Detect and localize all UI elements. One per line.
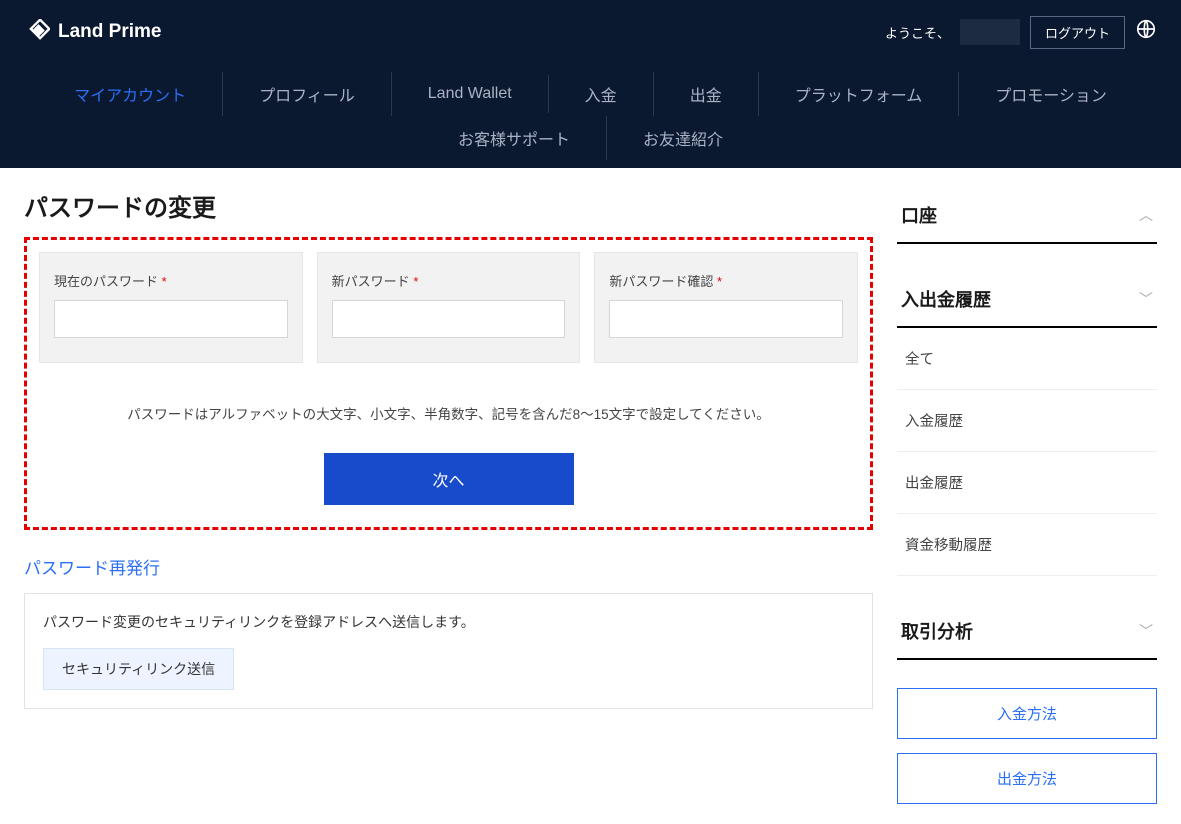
nav-profile[interactable]: プロフィール xyxy=(223,72,392,116)
nav-promotion[interactable]: プロモーション xyxy=(959,72,1143,116)
sidebar-section-analysis[interactable]: 取引分析 ﹀ xyxy=(897,604,1157,660)
logo-icon xyxy=(24,19,50,45)
sidebar-section-history[interactable]: 入出金履歴 ﹀ xyxy=(897,272,1157,328)
current-password-input[interactable] xyxy=(54,300,288,338)
confirm-password-box: 新パスワード確認 * xyxy=(594,252,858,363)
nav-deposit[interactable]: 入金 xyxy=(549,72,654,116)
language-icon[interactable] xyxy=(1135,18,1157,46)
sidebar-item-withdraw-history[interactable]: 出金履歴 xyxy=(897,452,1157,514)
chevron-down-icon: ﹀ xyxy=(1139,289,1153,309)
welcome-label: ようこそ、 xyxy=(885,23,950,42)
reissue-description: パスワード変更のセキュリティリンクを登録アドレスへ送信します。 xyxy=(43,612,854,632)
page-title: パスワードの変更 xyxy=(24,188,873,223)
next-button[interactable]: 次へ xyxy=(324,453,574,505)
sidebar-section-account[interactable]: 口座 ︿ xyxy=(897,188,1157,244)
chevron-down-icon: ﹀ xyxy=(1139,621,1153,641)
send-security-link-button[interactable]: セキュリティリンク送信 xyxy=(43,648,234,690)
reissue-title[interactable]: パスワード再発行 xyxy=(24,554,873,579)
brand-name: Land Prime xyxy=(58,21,161,43)
confirm-password-input[interactable] xyxy=(609,300,843,338)
nav-support[interactable]: お客様サポート xyxy=(422,116,607,160)
nav-withdraw[interactable]: 出金 xyxy=(654,72,759,116)
new-password-input[interactable] xyxy=(332,300,566,338)
main-nav: マイアカウント プロフィール Land Wallet 入金 出金 プラットフォー… xyxy=(0,64,1181,168)
sidebar-item-all[interactable]: 全て xyxy=(897,328,1157,390)
logout-button[interactable]: ログアウト xyxy=(1030,16,1125,49)
confirm-password-label: 新パスワード確認 * xyxy=(609,271,843,290)
user-name-slot xyxy=(960,19,1020,45)
new-password-label: 新パスワード * xyxy=(332,271,566,290)
chevron-up-icon: ︿ xyxy=(1139,205,1153,225)
main-content: パスワードの変更 現在のパスワード * 新パスワード * xyxy=(24,188,873,804)
nav-land-wallet[interactable]: Land Wallet xyxy=(392,75,549,113)
current-password-box: 現在のパスワード * xyxy=(39,252,303,363)
current-password-label: 現在のパスワード * xyxy=(54,271,288,290)
header-bar: Land Prime ようこそ、 ログアウト xyxy=(0,0,1181,64)
withdraw-method-button[interactable]: 出金方法 xyxy=(897,753,1157,804)
reissue-box: パスワード変更のセキュリティリンクを登録アドレスへ送信します。 セキュリティリン… xyxy=(24,593,873,709)
brand-logo[interactable]: Land Prime xyxy=(24,19,161,45)
nav-my-account[interactable]: マイアカウント xyxy=(38,72,223,116)
password-hint: パスワードはアルファベットの大文字、小文字、半角数字、記号を含んだ8～15文字で… xyxy=(39,403,858,423)
nav-platform[interactable]: プラットフォーム xyxy=(759,72,960,116)
sidebar-item-deposit-history[interactable]: 入金履歴 xyxy=(897,390,1157,452)
deposit-method-button[interactable]: 入金方法 xyxy=(897,688,1157,739)
new-password-box: 新パスワード * xyxy=(317,252,581,363)
sidebar-item-transfer-history[interactable]: 資金移動履歴 xyxy=(897,514,1157,576)
sidebar: 口座 ︿ 入出金履歴 ﹀ 全て 入金履歴 出金履歴 資金移動履歴 取引分析 ﹀ … xyxy=(897,188,1157,804)
nav-referral[interactable]: お友達紹介 xyxy=(607,116,759,160)
password-form-highlight: 現在のパスワード * 新パスワード * 新パスワード確認 * xyxy=(24,237,873,530)
